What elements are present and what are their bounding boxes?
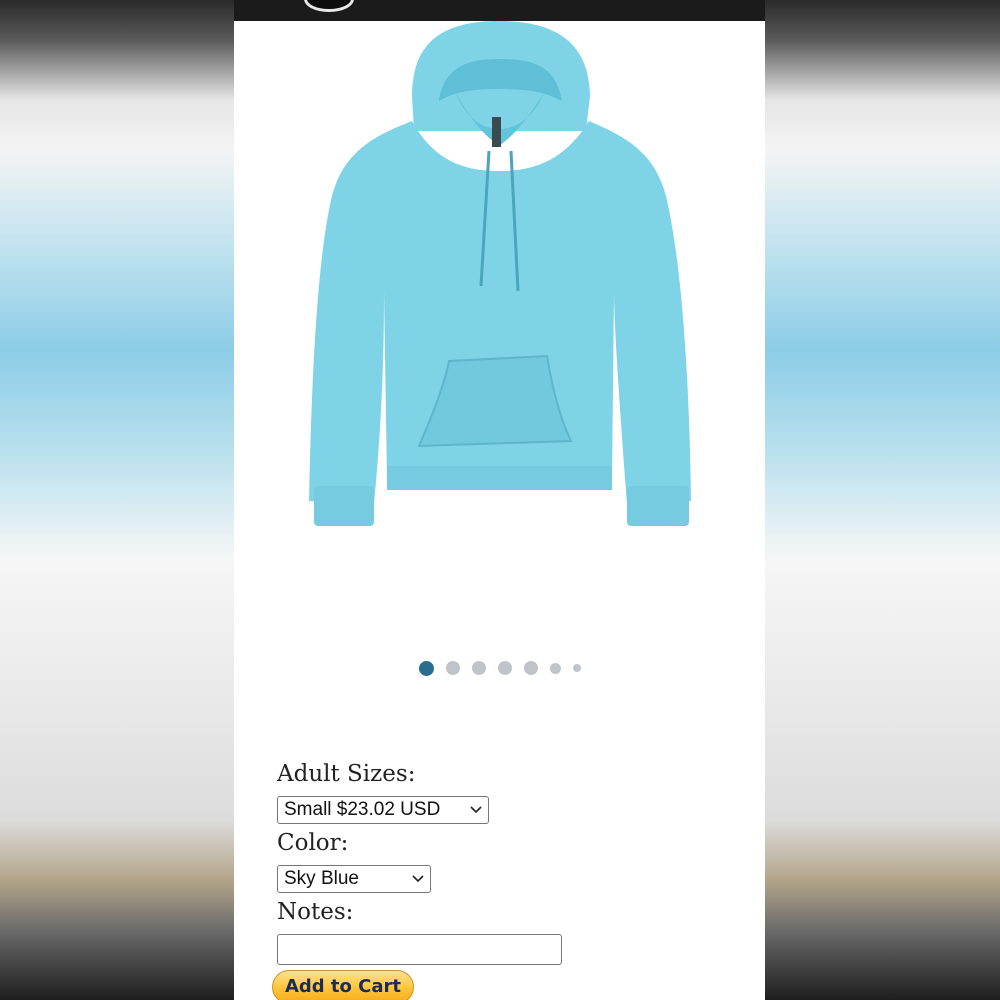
notes-label: Notes: [277, 899, 354, 925]
carousel-dot[interactable] [418, 660, 434, 676]
carousel-dot[interactable] [471, 661, 486, 675]
size-select[interactable]: Small $23.02 USD [277, 796, 489, 824]
product-page: Adult Sizes: Small $23.02 USD Color: Sky… [234, 0, 765, 1000]
carousel-dots [234, 658, 765, 678]
carousel-dot[interactable] [549, 662, 561, 674]
color-select[interactable]: Sky Blue [277, 865, 431, 893]
product-image[interactable] [234, 21, 765, 541]
carousel-dot[interactable] [572, 664, 581, 672]
size-select-value: Small $23.02 USD [284, 799, 441, 820]
chevron-down-icon [412, 875, 424, 883]
logo-icon[interactable] [304, 0, 354, 12]
carousel-dot[interactable] [445, 661, 460, 675]
notes-input[interactable] [277, 934, 562, 965]
color-select-value: Sky Blue [284, 868, 359, 889]
sizes-label: Adult Sizes: [277, 761, 416, 787]
carousel-dot[interactable] [523, 661, 538, 675]
top-bar [234, 0, 765, 21]
add-to-cart-button[interactable]: Add to Cart [272, 970, 414, 1000]
chevron-down-icon [470, 806, 482, 814]
color-label: Color: [277, 830, 349, 856]
carousel-dot[interactable] [497, 661, 512, 675]
